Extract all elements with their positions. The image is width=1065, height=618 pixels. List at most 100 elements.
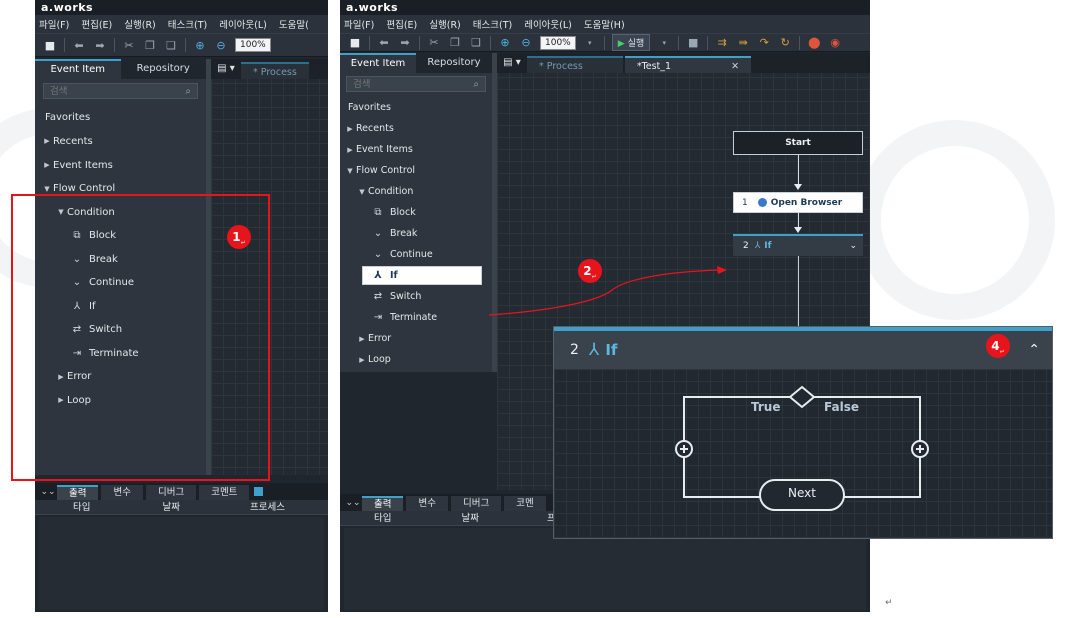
- forward-arrow-icon[interactable]: ➡: [93, 39, 107, 52]
- menu-task[interactable]: 태스크(T): [473, 17, 512, 31]
- tab-debug[interactable]: 디버그: [450, 496, 502, 511]
- column-process: 프로세스: [249, 502, 285, 513]
- sidebar-item-if[interactable]: ⅄ If: [362, 266, 482, 285]
- zoom-select[interactable]: 100%: [540, 35, 576, 50]
- output-panel-left: ⌄⌄ 출력 변수 디버그 코멘트 타입 날짜 프로세스: [35, 483, 328, 612]
- menu-file[interactable]: 파일(F): [344, 17, 374, 31]
- flow-node-if[interactable]: 2 ⅄ If ⌄: [733, 234, 863, 256]
- search-icon[interactable]: ⌕: [473, 79, 479, 90]
- menu-task[interactable]: 태스크(T): [168, 17, 207, 31]
- tab-process[interactable]: * Process: [527, 56, 623, 73]
- tab-debug[interactable]: 디버그: [145, 485, 197, 500]
- restart-icon[interactable]: ↻: [778, 36, 792, 49]
- record-icon[interactable]: ⬤: [807, 36, 821, 49]
- sidebar-item-flow-control[interactable]: ▼ Flow Control: [340, 160, 492, 181]
- sidebar-item-switch[interactable]: ⇄ Switch: [340, 286, 492, 307]
- menu-edit[interactable]: 편집(E): [81, 17, 112, 31]
- run-button[interactable]: ▶ 실행: [611, 34, 651, 51]
- record-stop-icon[interactable]: ◉: [828, 36, 842, 49]
- sidebar-item-condition[interactable]: ▼ Condition: [340, 181, 492, 202]
- tab-event-item[interactable]: Event Item: [35, 59, 121, 79]
- chevron-down-icon[interactable]: ▾: [583, 39, 597, 47]
- paste-icon[interactable]: ❏: [164, 39, 178, 52]
- connector-line: [798, 155, 799, 185]
- sidebar-item-recents[interactable]: ▶ Recents: [340, 118, 492, 139]
- menu-help[interactable]: 도움말(: [279, 17, 309, 31]
- search-input[interactable]: [353, 78, 453, 90]
- search-icon[interactable]: ⌕: [185, 86, 191, 97]
- toolbar: ■ ⬅ ➡ ✂ ❐ ❏ ⊕ ⊖ 100% ▾ ▶ 실행 ▾ ■ ⇉ ⇛ ↷ ↻ ⬤…: [340, 33, 870, 52]
- sidebar-item-terminate[interactable]: ⇥ Terminate: [340, 307, 492, 328]
- toolbar-separator: [490, 35, 491, 50]
- tab-output[interactable]: 출력: [57, 485, 99, 500]
- tab-process[interactable]: * Process: [241, 62, 309, 79]
- tab-repository[interactable]: Repository: [416, 53, 492, 73]
- checkbox-icon[interactable]: [254, 487, 264, 496]
- back-arrow-icon[interactable]: ⬅: [377, 36, 391, 49]
- branch-false-label: False: [824, 400, 859, 414]
- save-icon[interactable]: ■: [348, 36, 362, 49]
- stop-icon[interactable]: ■: [686, 36, 700, 49]
- sidebar-item-event-items[interactable]: ▶ Event Items: [35, 153, 206, 177]
- tab-event-item[interactable]: Event Item: [340, 53, 416, 73]
- zoom-select[interactable]: 100%: [235, 38, 271, 52]
- menu-layout[interactable]: 레이아웃(L): [219, 17, 267, 31]
- tab-repository[interactable]: Repository: [121, 59, 207, 79]
- chevron-down-icon[interactable]: ▾: [657, 39, 671, 47]
- tab-test-1[interactable]: *Test_1 ✕: [624, 56, 752, 73]
- search-input[interactable]: [50, 85, 150, 97]
- zoom-out-icon[interactable]: ⊖: [519, 36, 533, 49]
- menu-edit[interactable]: 편집(E): [386, 17, 417, 31]
- chevron-down-icon[interactable]: ⌄: [849, 241, 857, 251]
- sidebar-search[interactable]: ⌕: [346, 76, 486, 92]
- back-arrow-icon[interactable]: ⬅: [72, 39, 86, 52]
- zoom-out-icon[interactable]: ⊖: [214, 39, 228, 52]
- sidebar-item-break[interactable]: ⌄ Break: [340, 223, 492, 244]
- zoom-in-icon[interactable]: ⊕: [193, 39, 207, 52]
- tab-variables[interactable]: 변수: [101, 485, 143, 500]
- chevron-right-icon: ▶: [359, 334, 365, 343]
- sidebar-item-error[interactable]: ▶ Error: [340, 328, 492, 349]
- menu-bar: 파일(F) 편집(E) 실행(R) 태스크(T) 레이아웃(L) 도움말(: [35, 15, 328, 33]
- zoom-in-icon[interactable]: ⊕: [498, 36, 512, 49]
- if-node-header[interactable]: 2 ⅄ If ⌃: [554, 327, 1052, 369]
- new-document-icon[interactable]: ▤ ▾: [497, 53, 527, 73]
- menu-run[interactable]: 실행(R): [124, 17, 156, 31]
- tab-comment[interactable]: 코멘트: [199, 485, 250, 500]
- flow-node-start[interactable]: Start: [733, 131, 863, 155]
- close-icon[interactable]: ✕: [731, 61, 739, 72]
- save-icon[interactable]: ■: [43, 39, 57, 52]
- step-over-icon[interactable]: ⇉: [715, 36, 729, 49]
- next-node[interactable]: Next: [760, 486, 844, 500]
- menu-run[interactable]: 실행(R): [429, 17, 461, 31]
- paste-icon[interactable]: ❏: [469, 36, 483, 49]
- flow-node-open-browser[interactable]: 1 Open Browser: [733, 192, 863, 213]
- collapse-icon[interactable]: ⌄⌄: [39, 487, 57, 497]
- menu-layout[interactable]: 레이아웃(L): [524, 17, 572, 31]
- copy-icon[interactable]: ❐: [143, 39, 157, 52]
- tab-variables[interactable]: 변수: [406, 496, 448, 511]
- sidebar-item-recents[interactable]: ▶ Recents: [35, 129, 206, 153]
- chevron-up-icon[interactable]: ⌃: [1028, 342, 1040, 358]
- sidebar-item-event-items[interactable]: ▶ Event Items: [340, 139, 492, 160]
- new-document-icon[interactable]: ▤ ▾: [211, 59, 241, 79]
- step-into-icon[interactable]: ⇛: [736, 36, 750, 49]
- sidebar-search[interactable]: ⌕: [43, 83, 198, 99]
- sidebar-item-loop[interactable]: ▶ Loop: [340, 349, 492, 370]
- annotation-badge-1: 1↵: [227, 225, 251, 249]
- forward-arrow-icon[interactable]: ➡: [398, 36, 412, 49]
- cut-icon[interactable]: ✂: [122, 39, 136, 52]
- menu-help[interactable]: 도움말(H): [584, 17, 625, 31]
- collapse-icon[interactable]: ⌄⌄: [344, 498, 362, 508]
- toolbar-separator: [707, 35, 709, 50]
- cut-icon[interactable]: ✂: [427, 36, 441, 49]
- copy-icon[interactable]: ❐: [448, 36, 462, 49]
- sidebar-item-favorites[interactable]: Favorites: [340, 97, 492, 118]
- menu-file[interactable]: 파일(F): [39, 17, 69, 31]
- tab-output[interactable]: 출력: [362, 496, 404, 511]
- sidebar-item-continue[interactable]: ⌄ Continue: [340, 244, 492, 265]
- sidebar-item-favorites[interactable]: Favorites: [35, 105, 206, 129]
- step-out-icon[interactable]: ↷: [757, 36, 771, 49]
- tab-comment[interactable]: 코멘: [504, 496, 546, 511]
- sidebar-item-block[interactable]: ⧉ Block: [340, 202, 492, 223]
